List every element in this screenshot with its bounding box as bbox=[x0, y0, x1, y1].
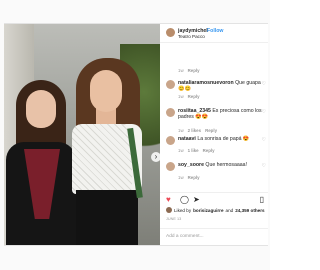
comment-time: 1w bbox=[178, 128, 184, 133]
comment-reply-link[interactable]: Reply bbox=[205, 128, 217, 133]
author-avatar[interactable] bbox=[166, 28, 175, 37]
comment-text: nataavi La sonrisa de papá 😍 bbox=[178, 136, 264, 142]
comment-reply-link[interactable]: Reply bbox=[188, 94, 200, 99]
comment-like-heart-icon[interactable]: ♡ bbox=[262, 81, 266, 87]
post-side-panel: jaydymichel • Follow Teatro Pacco 1w Repl… bbox=[160, 24, 268, 245]
comment-time: 1w bbox=[178, 68, 184, 73]
comment-likes-count[interactable]: 2 likes bbox=[188, 128, 201, 133]
comment-likes-count[interactable]: 1 like bbox=[188, 148, 199, 153]
post-location[interactable]: Teatro Pacco bbox=[178, 34, 205, 39]
comment-reply-link[interactable]: Reply bbox=[188, 68, 200, 73]
comment-body: Que hermosaaaa! bbox=[205, 162, 247, 168]
comment-like-heart-icon[interactable]: ♡ bbox=[262, 163, 266, 169]
next-photo-arrow-icon[interactable]: › bbox=[151, 152, 160, 162]
woman-face bbox=[90, 70, 122, 112]
commenter-username[interactable]: nataavi bbox=[178, 136, 196, 142]
likes-summary: Liked by borisizaguirre and 24,359 other… bbox=[166, 207, 266, 213]
post-actions-bar: ♥ ◯ ➤ ▯ bbox=[160, 192, 268, 207]
comment-meta: 1w Reply bbox=[178, 68, 200, 73]
commenter-avatar[interactable] bbox=[166, 136, 175, 145]
commenter-avatar[interactable] bbox=[166, 80, 175, 89]
liker-avatar[interactable] bbox=[166, 207, 172, 213]
commenter-username[interactable]: soy_soore bbox=[178, 162, 204, 168]
comment-reply-link[interactable]: Reply bbox=[203, 148, 215, 153]
liker-username[interactable]: borisizaguirre bbox=[193, 208, 223, 213]
comment-meta: 1w 2 likes Reply bbox=[178, 128, 217, 133]
post-date: JUNE 13 bbox=[166, 217, 182, 221]
woman-skirt bbox=[76, 190, 138, 245]
comment-time: 1w bbox=[178, 94, 184, 99]
comment-text: soy_soore Que hermosaaaa! bbox=[178, 162, 264, 168]
post-header: jaydymichel • Follow Teatro Pacco bbox=[160, 24, 268, 43]
commenter-avatar[interactable] bbox=[166, 162, 175, 171]
likes-prefix: Liked by bbox=[174, 207, 192, 213]
add-comment-field[interactable]: Add a comment... bbox=[160, 228, 268, 246]
comment-like-heart-icon[interactable]: ♡ bbox=[262, 137, 266, 143]
comment-time: 1w bbox=[178, 175, 184, 180]
girl-face bbox=[26, 90, 56, 128]
comment-body: La sonrisa de papá 😍 bbox=[197, 136, 250, 142]
comment-time: 1w bbox=[178, 148, 184, 153]
likes-count[interactable]: 24,359 others bbox=[235, 208, 264, 213]
likes-connector: and bbox=[225, 207, 234, 213]
comment-text: nataliaramosnuevoron Que guapa 😊😊 bbox=[178, 80, 264, 92]
comment-meta: 1w 1 like Reply bbox=[178, 148, 215, 153]
follow-button[interactable]: Follow bbox=[207, 28, 223, 34]
comment-meta: 1w Reply bbox=[178, 175, 200, 180]
post-photo[interactable]: › bbox=[4, 24, 160, 245]
bookmark-icon[interactable]: ▯ bbox=[260, 196, 264, 204]
woman-top bbox=[72, 124, 132, 194]
add-comment-placeholder: Add a comment... bbox=[166, 234, 204, 239]
commenter-avatar[interactable] bbox=[166, 108, 175, 117]
comment-text: rosiitaa_2345 Es preciosa como los padre… bbox=[178, 108, 264, 120]
heart-icon[interactable]: ♥ bbox=[166, 196, 171, 204]
comment-icon[interactable]: ◯ bbox=[180, 196, 189, 204]
comment-meta: 1w Reply bbox=[178, 94, 200, 99]
comment-like-heart-icon[interactable]: ♡ bbox=[262, 109, 266, 115]
share-icon[interactable]: ➤ bbox=[193, 196, 200, 204]
comment-reply-link[interactable]: Reply bbox=[188, 175, 200, 180]
